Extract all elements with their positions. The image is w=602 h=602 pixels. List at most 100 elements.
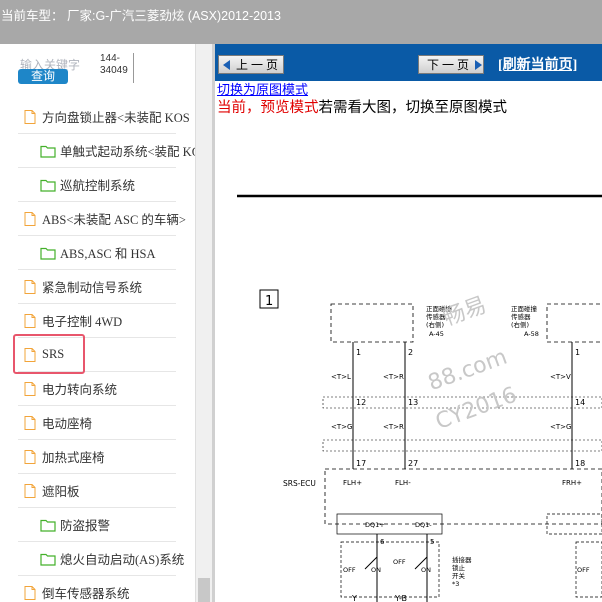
- sensor-right-label: 传感器: [511, 312, 531, 321]
- watermark-text: 畅易: [440, 293, 490, 332]
- wire-tag: <T>G: [550, 423, 571, 431]
- sidebar-scroll-thumb[interactable]: [198, 578, 210, 602]
- tree-item-label: 方向盘锁止器<未装配 KOS: [42, 111, 190, 125]
- dq-pin-name: DQ1+: [365, 521, 385, 529]
- tree-item[interactable]: 电力转向系统: [22, 372, 195, 405]
- file-icon: [22, 483, 38, 498]
- folder-icon: [40, 518, 56, 532]
- tree-item-label: ABS<未装配 ASC 的车辆>: [42, 213, 186, 227]
- ecu-pin-name: FLH+: [343, 479, 362, 487]
- folder-icon: [40, 246, 56, 260]
- pin-mid: 12: [356, 398, 366, 407]
- sidebar-scrollbar[interactable]: [195, 44, 212, 602]
- srs-ecu-label: SRS-ECU: [283, 479, 316, 488]
- folder-icon: [40, 178, 56, 192]
- switch-on-label: ON: [371, 566, 381, 574]
- file-icon: [22, 415, 38, 430]
- wiring-diagram-svg: 1 正面碰撞传感器(右侧)A-45正面碰撞传感器(右侧)A-58 1 2 1<T>L…: [237, 194, 602, 602]
- switch-off-label: OFF: [393, 558, 406, 566]
- folder-icon: [40, 144, 56, 158]
- top-bar: 当前车型： 厂家:G-广汽三菱劲炫 (ASX)2012-2013: [0, 0, 602, 44]
- wire-tag: <T>G: [331, 423, 352, 431]
- lock-switch-label: 锁止: [452, 563, 466, 572]
- sidebar: 输入关键字 查询 144-34049 方向盘锁止器<未装配 KOS 单触式起动系统…: [0, 44, 212, 602]
- wire-color-tag: Y: [351, 594, 357, 602]
- arrow-left-icon: [223, 59, 230, 70]
- folder-icon: [40, 552, 56, 566]
- tree-item[interactable]: 遮阳板: [22, 474, 195, 507]
- sensor-left-box: [330, 303, 414, 343]
- srs-ecu-box: [324, 468, 602, 525]
- pin-mid: 14: [575, 398, 585, 407]
- tree-item-label: 加热式座椅: [42, 451, 105, 465]
- tree-item[interactable]: 加热式座椅: [22, 440, 195, 473]
- lock-switch-label: 开关: [452, 571, 466, 580]
- tree-item[interactable]: 电动座椅: [22, 406, 195, 439]
- file-icon: [22, 211, 38, 226]
- pin-top: 2: [408, 348, 413, 357]
- wire-tag: <T>R: [383, 373, 404, 381]
- tree-item[interactable]: 防盗报警: [40, 508, 195, 541]
- junction-band-2: [322, 439, 602, 452]
- sensor-left-code: A-45: [429, 330, 444, 338]
- sensor-left-label: (右侧): [426, 320, 444, 329]
- pin-mid: 13: [408, 398, 418, 407]
- wire-tag: <T>V: [550, 373, 571, 381]
- tree-item[interactable]: 熄火自动启动(AS)系统: [40, 542, 195, 575]
- tree-item-label: 紧急制动信号系统: [42, 281, 143, 295]
- tree-item[interactable]: 单触式起动系统<装配 KOS: [40, 134, 195, 167]
- main-content: 上 一 页 下 一 页 [刷新当前页] 切换为原图模式 当前，预览模式若需看大图…: [215, 44, 602, 602]
- tree-item-label: 巡航控制系统: [60, 179, 136, 193]
- switch-off-label: OFF: [577, 566, 590, 574]
- page-nav-bar: 上 一 页 下 一 页 [刷新当前页]: [215, 44, 602, 81]
- wire-tag: <T>R: [383, 423, 404, 431]
- tree-item-label: 遮阳板: [42, 485, 80, 499]
- tree-item[interactable]: ABS<未装配 ASC 的车辆>: [22, 202, 195, 235]
- switch-on-label: ON: [421, 566, 431, 574]
- tree-item-label: 倒车传感器系统: [42, 587, 130, 601]
- prev-page-button[interactable]: 上 一 页: [218, 55, 284, 74]
- pin-ecu: 18: [575, 459, 585, 468]
- tree-item-label: ABS,ASC 和 HSA: [60, 247, 156, 261]
- file-icon: [22, 109, 38, 124]
- next-page-label: 下 一 页: [427, 58, 470, 72]
- vehicle-model-title: 当前车型： 厂家:G-广汽三菱劲炫 (ASX)2012-2013: [1, 9, 281, 23]
- sensor-right-code: A-58: [524, 330, 539, 338]
- tree-item[interactable]: 倒车传感器系统: [22, 576, 195, 602]
- file-icon: [22, 585, 38, 600]
- tree-item-label: 单触式起动系统<装配 KOS: [60, 145, 195, 159]
- pin-ecu: 17: [356, 459, 366, 468]
- tree-item[interactable]: ABS,ASC 和 HSA: [40, 236, 195, 269]
- arrow-right-icon: [475, 59, 483, 70]
- pin-top: 1: [575, 348, 580, 357]
- pin-top: 1: [356, 348, 361, 357]
- ecu-pin-name: FLH-: [395, 479, 411, 487]
- part-code: 144-34049: [100, 53, 134, 83]
- file-icon: [22, 449, 38, 464]
- wire-color-tag: Y-B: [394, 594, 407, 602]
- tree-item-label: 电子控制 4WD: [42, 315, 123, 329]
- wiring-diagram: 1 正面碰撞 传感器 (右侧) A-45 正面碰撞 传感器 (右侧) A-58 1 2 1 <T>L…: [215, 114, 602, 602]
- sensor-right-label: 正面碰撞: [511, 304, 538, 313]
- file-icon: [22, 279, 38, 294]
- selected-item-highlight: [13, 334, 85, 374]
- lock-switch-label: 插接器: [452, 555, 472, 564]
- search-button[interactable]: 查询: [18, 69, 68, 84]
- tree-item[interactable]: 巡航控制系统: [40, 168, 195, 201]
- file-icon: [22, 381, 38, 396]
- tree-item[interactable]: 紧急制动信号系统: [22, 270, 195, 303]
- dq-pin-name: DQ1-: [415, 521, 432, 529]
- sensor-right-label: (右侧): [511, 320, 529, 329]
- search-panel: 输入关键字 查询 144-34049: [0, 44, 212, 88]
- tree-item[interactable]: 电子控制 4WD: [22, 304, 195, 337]
- refresh-page-link[interactable]: [刷新当前页]: [498, 54, 577, 74]
- next-page-button[interactable]: 下 一 页: [418, 55, 484, 74]
- pin-ecu: 27: [408, 459, 418, 468]
- ecu-pin-name: FRH+: [562, 479, 582, 487]
- diagram-box-number: 1: [265, 294, 273, 309]
- tree-item-label: 防盗报警: [60, 519, 111, 533]
- prev-page-label: 上 一 页: [236, 58, 279, 72]
- lock-switch-label: *3: [452, 580, 459, 588]
- switch-off-label: OFF: [343, 566, 356, 574]
- tree-item[interactable]: 方向盘锁止器<未装配 KOS: [22, 100, 195, 133]
